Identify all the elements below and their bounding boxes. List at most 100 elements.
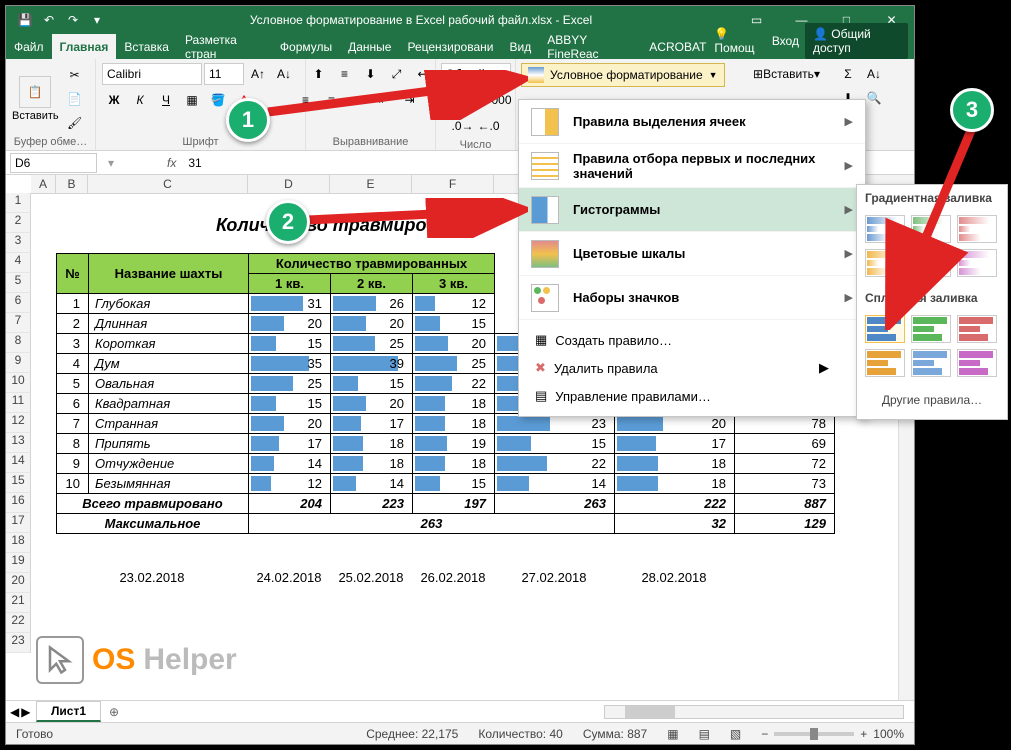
- fx-icon[interactable]: fx: [161, 156, 182, 170]
- row-header[interactable]: 23: [6, 633, 31, 653]
- solid-bar-swatch[interactable]: [865, 349, 905, 377]
- undo-icon[interactable]: ↶: [38, 9, 60, 31]
- tab-abbyy[interactable]: ABBYY FineReac: [539, 34, 641, 59]
- row-header[interactable]: 18: [6, 533, 31, 553]
- row-header[interactable]: 4: [6, 253, 31, 273]
- tab-review[interactable]: Рецензировани: [399, 34, 501, 59]
- col-header[interactable]: C: [88, 175, 248, 193]
- italic-icon[interactable]: К: [128, 89, 152, 111]
- col-header[interactable]: E: [330, 175, 412, 193]
- quick-access-toolbar: 💾 ↶ ↷ ▾: [6, 9, 108, 31]
- top-bottom-icon: [531, 152, 559, 180]
- save-icon[interactable]: 💾: [14, 9, 36, 31]
- sheet-nav-first-icon[interactable]: ◀: [10, 705, 19, 719]
- tab-home[interactable]: Главная: [52, 34, 117, 59]
- window-title: Условное форматирование в Excel рабочий …: [108, 13, 734, 27]
- th-q2: 2 кв.: [331, 274, 413, 294]
- row-header[interactable]: 16: [6, 493, 31, 513]
- tab-acrobat[interactable]: ACROBAT: [641, 34, 714, 59]
- sheet-nav-last-icon[interactable]: ▶: [21, 705, 30, 719]
- sort-filter-icon[interactable]: A↓: [862, 63, 886, 85]
- cf-color-scales[interactable]: Цветовые шкалы▶: [519, 232, 865, 276]
- view-layout-icon[interactable]: ▤: [699, 727, 710, 741]
- sheet-tabs: ◀ ▶ Лист1 ⊕: [6, 700, 914, 722]
- col-header[interactable]: D: [248, 175, 330, 193]
- arrow-3: [878, 120, 988, 330]
- group-alignment: Выравнивание: [312, 134, 429, 148]
- col-header[interactable]: B: [56, 175, 88, 193]
- color-scales-icon: [531, 240, 559, 268]
- row-header[interactable]: 13: [6, 433, 31, 453]
- row-header[interactable]: 3: [6, 233, 31, 253]
- fill-color-icon[interactable]: 🪣: [206, 89, 230, 111]
- tab-insert[interactable]: Вставка: [116, 34, 177, 59]
- conditional-formatting-button[interactable]: Условное форматирование ▼: [521, 63, 725, 87]
- col-header[interactable]: A: [31, 175, 56, 193]
- row-header[interactable]: 19: [6, 553, 31, 573]
- row-header[interactable]: 2: [6, 213, 31, 233]
- cf-manage-rules[interactable]: ▤Управление правилами…: [519, 382, 865, 410]
- cf-data-bars[interactable]: Гистограммы▶: [519, 188, 865, 232]
- tab-data[interactable]: Данные: [340, 34, 399, 59]
- share-button[interactable]: 👤 Общий доступ: [805, 23, 908, 59]
- row-header[interactable]: 7: [6, 313, 31, 333]
- redo-icon[interactable]: ↷: [62, 9, 84, 31]
- name-box[interactable]: D6: [10, 153, 97, 173]
- col-header[interactable]: F: [412, 175, 494, 193]
- view-normal-icon[interactable]: ▦: [667, 727, 678, 741]
- qat-more-icon[interactable]: ▾: [86, 9, 108, 31]
- tab-file[interactable]: Файл: [6, 34, 52, 59]
- cf-highlight-rules[interactable]: Правила выделения ячеек▶: [519, 100, 865, 144]
- bold-icon[interactable]: Ж: [102, 89, 126, 111]
- format-painter-icon[interactable]: 🖌: [63, 112, 87, 134]
- cut-icon[interactable]: ✂: [63, 64, 87, 86]
- row-header[interactable]: 9: [6, 353, 31, 373]
- cf-clear-rules[interactable]: ✖Удалить правила▶: [519, 354, 865, 382]
- row-header[interactable]: 15: [6, 473, 31, 493]
- conditional-formatting-menu: Правила выделения ячеек▶ Правила отбора …: [518, 99, 866, 417]
- arrow-2: [298, 198, 528, 238]
- highlight-rules-icon: [531, 108, 559, 136]
- row-header[interactable]: 20: [6, 573, 31, 593]
- row-header[interactable]: 21: [6, 593, 31, 613]
- border-icon[interactable]: ▦: [180, 89, 204, 111]
- tell-me[interactable]: 💡 Помощ: [714, 27, 765, 55]
- zoom-value[interactable]: 100%: [873, 727, 904, 741]
- row-header[interactable]: 10: [6, 373, 31, 393]
- tab-formulas[interactable]: Формулы: [272, 34, 340, 59]
- cf-new-rule[interactable]: ▦Создать правило…: [519, 326, 865, 354]
- solid-bar-swatch[interactable]: [911, 349, 951, 377]
- row-header[interactable]: 14: [6, 453, 31, 473]
- font-size[interactable]: 11: [204, 63, 244, 85]
- underline-icon[interactable]: Ч: [154, 89, 178, 111]
- row-header[interactable]: 1: [6, 193, 31, 213]
- cf-icon-sets[interactable]: Наборы значков▶: [519, 276, 865, 320]
- row-header[interactable]: 22: [6, 613, 31, 633]
- tab-view[interactable]: Вид: [501, 34, 539, 59]
- row-header[interactable]: 11: [6, 393, 31, 413]
- row-header[interactable]: 5: [6, 273, 31, 293]
- row-header[interactable]: 17: [6, 513, 31, 533]
- font-name[interactable]: Calibri: [102, 63, 202, 85]
- paste-button[interactable]: Вставить: [12, 110, 59, 122]
- cf-top-bottom-rules[interactable]: Правила отбора первых и последних значен…: [519, 144, 865, 188]
- th-no: №: [57, 254, 89, 294]
- row-header[interactable]: 6: [6, 293, 31, 313]
- view-break-icon[interactable]: ▧: [730, 727, 741, 741]
- paste-icon[interactable]: 📋: [19, 76, 51, 108]
- date-cell: 28.02.2018: [614, 570, 734, 585]
- horizontal-scrollbar[interactable]: [604, 705, 904, 719]
- sheet-tab-active[interactable]: Лист1: [36, 701, 101, 722]
- tab-layout[interactable]: Разметка стран: [177, 34, 272, 59]
- row-header[interactable]: 12: [6, 413, 31, 433]
- row-header[interactable]: 8: [6, 333, 31, 353]
- solid-bar-swatch[interactable]: [957, 349, 997, 377]
- autosum-icon[interactable]: Σ: [836, 63, 860, 85]
- status-count: Количество: 40: [478, 727, 562, 741]
- new-sheet-icon[interactable]: ⊕: [101, 705, 127, 719]
- submenu-more-rules[interactable]: Другие правила…: [857, 385, 1007, 415]
- copy-icon[interactable]: 📄: [63, 88, 87, 110]
- zoom-control[interactable]: −+ 100%: [761, 727, 904, 741]
- insert-cells-button[interactable]: ⊞ Вставить ▾: [746, 63, 827, 85]
- sign-in[interactable]: Вход: [772, 34, 799, 48]
